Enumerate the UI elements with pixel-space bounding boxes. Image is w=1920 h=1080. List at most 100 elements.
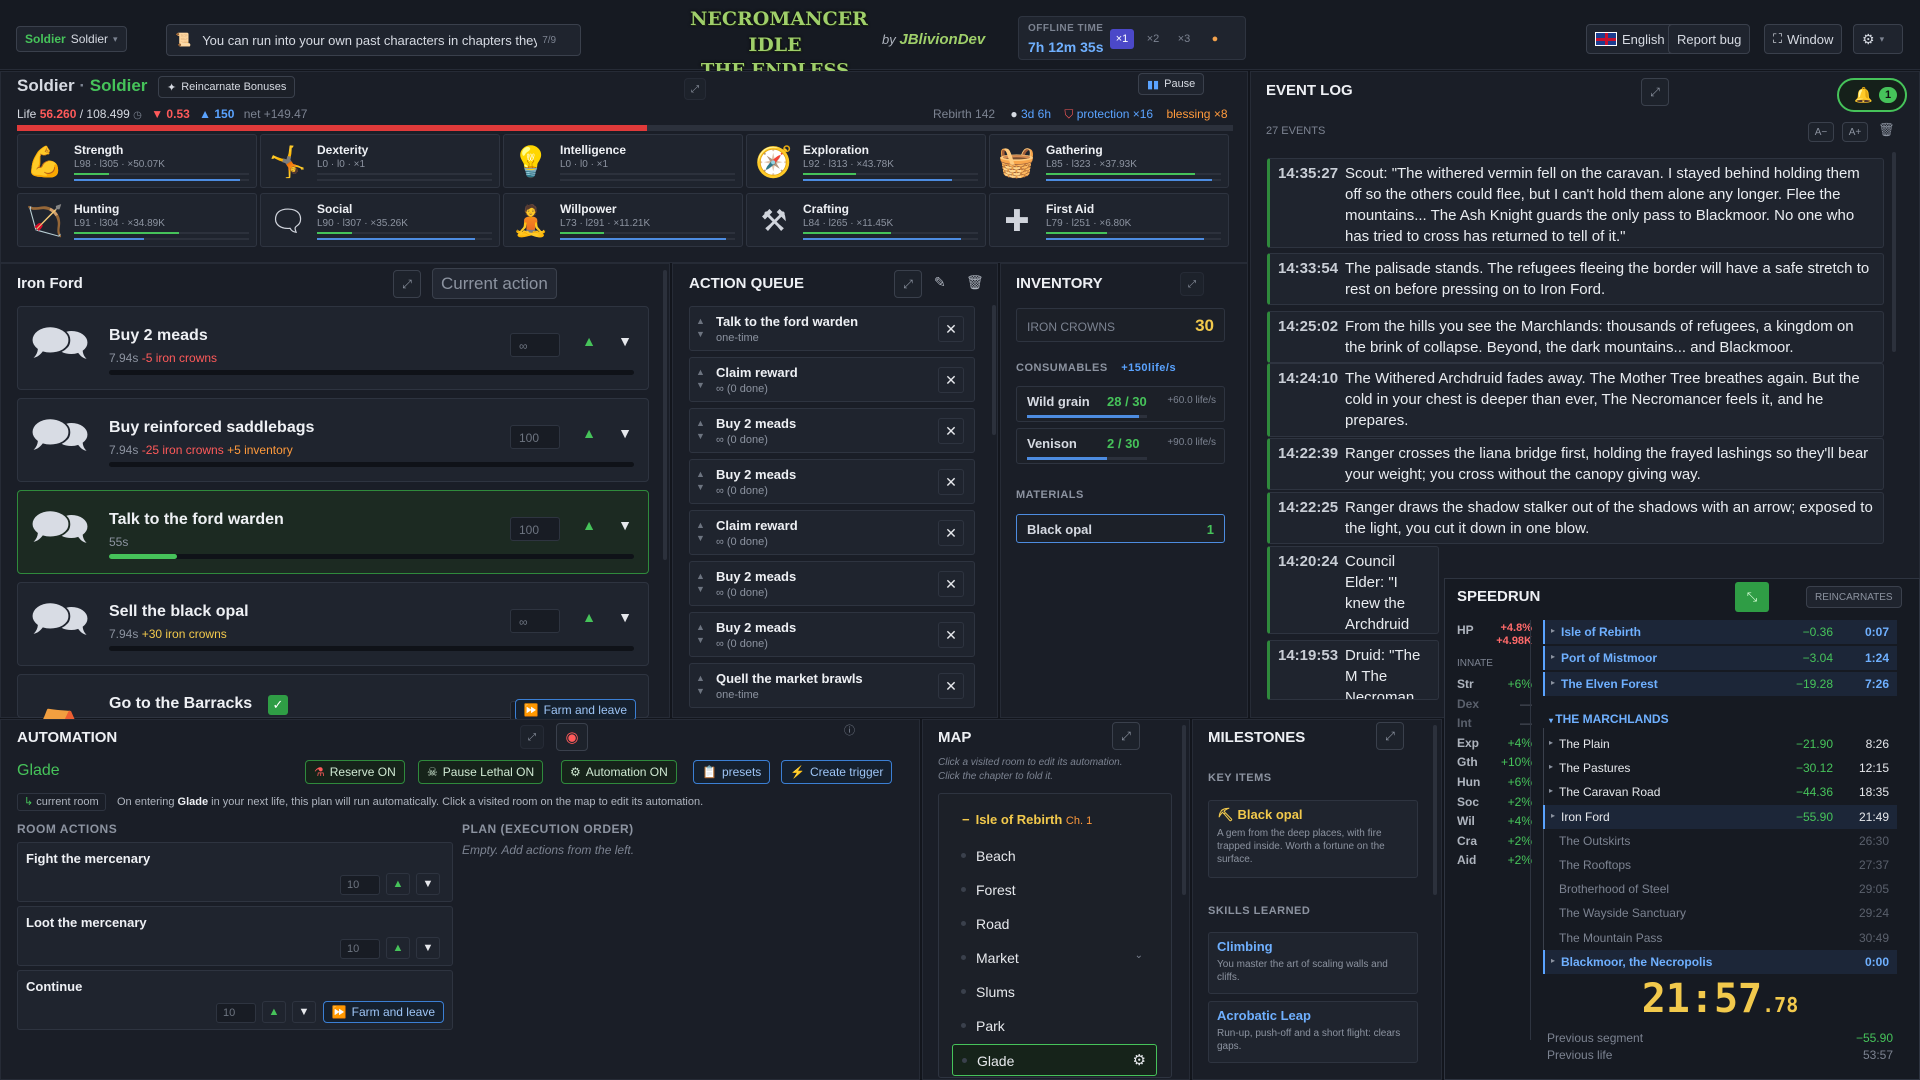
speedrun-chapter[interactable]: ▸ Port of Mistmoor −3.04 1:24 bbox=[1543, 646, 1897, 670]
action-sell-the-black-opal[interactable]: 🗪 Sell the black opal 7.94s +30 iron crown… bbox=[17, 582, 649, 666]
skill-willpower[interactable]: 🧘 Willpower L73 · l291 · ×11.21K bbox=[503, 193, 743, 247]
chapter-marchlands[interactable]: ▾ THE MARCHLANDS bbox=[1549, 712, 1669, 726]
move-down-button[interactable]: ▼ bbox=[618, 425, 632, 441]
font-decrease-button[interactable]: A− bbox=[1808, 122, 1834, 142]
info-icon[interactable]: ⓘ bbox=[844, 722, 855, 738]
chapter-isle-of-rebirth[interactable]: − Isle of Rebirth Ch. 1 bbox=[962, 812, 1092, 827]
remove-icon[interactable]: ✕ bbox=[938, 418, 964, 444]
repeat-count-input[interactable]: ∞ bbox=[510, 333, 560, 357]
author-name[interactable]: JBlivionDev bbox=[899, 31, 985, 48]
expand-icon[interactable]: ⤢ bbox=[1641, 78, 1669, 106]
map-room-park[interactable]: Park bbox=[952, 1010, 1157, 1042]
queue-item[interactable]: ▲ ▼ Buy 2 meads ∞ (0 done) ✕ bbox=[689, 561, 975, 606]
speedrun-segment[interactable]: ▸ The Pastures −30.12 12:15 bbox=[1543, 756, 1897, 780]
map-room-market[interactable]: Market ⌄ bbox=[952, 942, 1157, 974]
move-down-button[interactable]: ▼ bbox=[618, 333, 632, 349]
window-button[interactable]: ⛶ Window bbox=[1764, 24, 1843, 54]
queue-item[interactable]: ▲ ▼ Claim reward ∞ (0 done) ✕ bbox=[689, 510, 975, 555]
skill-gathering[interactable]: 🧺 Gathering L85 · l323 · ×37.93K bbox=[989, 134, 1229, 188]
expand-icon[interactable]: ⤢ bbox=[894, 270, 922, 298]
alarm-icon[interactable]: ● bbox=[1203, 29, 1227, 49]
drag-handle-icon[interactable]: ▲ ▼ bbox=[696, 468, 705, 494]
room-action-loot-the-mercenary[interactable]: Loot the mercenary 10 ▲ ▼ bbox=[17, 906, 453, 966]
speedrun-segment-blackmoor[interactable]: ▸ Blackmoor, the Necropolis 0:00 bbox=[1543, 950, 1897, 974]
move-down-button[interactable]: ▼ bbox=[416, 937, 440, 959]
move-down-button[interactable]: ▼ bbox=[292, 1001, 316, 1023]
repeat-count-input[interactable]: 10 bbox=[340, 875, 380, 895]
speed-x1-button[interactable]: ×1 bbox=[1110, 29, 1134, 49]
expand-icon[interactable]: ⤢ bbox=[1180, 272, 1204, 296]
speedrun-segment[interactable]: ▸ The Plain −21.90 8:26 bbox=[1543, 732, 1897, 756]
speedrun-segment[interactable]: The Outskirts 26:30 bbox=[1543, 829, 1897, 853]
move-down-button[interactable]: ▼ bbox=[618, 609, 632, 625]
room-action-continue[interactable]: Continue 10 ▲ ▼ ⏩ Farm and leave bbox=[17, 970, 453, 1030]
map-room-road[interactable]: Road bbox=[952, 908, 1157, 940]
skill-dexterity[interactable]: 🤸 Dexterity L0 · l0 · ×1 bbox=[260, 134, 500, 188]
remove-icon[interactable]: ✕ bbox=[938, 520, 964, 546]
skill-exploration[interactable]: 🧭 Exploration L92 · l313 · ×43.78K bbox=[746, 134, 986, 188]
reincarnate-bonuses-button[interactable]: ✦ Reincarnate Bonuses bbox=[158, 76, 296, 98]
move-up-button[interactable]: ▲ bbox=[582, 425, 596, 441]
drag-handle-icon[interactable]: ▲ ▼ bbox=[696, 519, 705, 545]
move-up-button[interactable]: ▲ bbox=[582, 609, 596, 625]
scrollbar[interactable] bbox=[1182, 725, 1186, 895]
speedrun-segment[interactable]: The Wayside Sanctuary 29:24 bbox=[1543, 901, 1897, 925]
map-room-slums[interactable]: Slums bbox=[952, 976, 1157, 1008]
action-buy-2-meads[interactable]: 🗪 Buy 2 meads 7.94s -5 iron crowns ∞ ▲ ▼ bbox=[17, 306, 649, 390]
eye-icon[interactable]: ◉ bbox=[556, 723, 588, 751]
scrollbar[interactable] bbox=[992, 305, 996, 435]
scrollbar[interactable] bbox=[663, 270, 667, 560]
queue-item[interactable]: ▲ ▼ Talk to the ford warden one-time ✕ bbox=[689, 306, 975, 351]
skill-hunting[interactable]: 🏹 Hunting L91 · l304 · ×34.89K bbox=[17, 193, 257, 247]
map-room-glade[interactable]: Glade ⚙ bbox=[952, 1044, 1157, 1076]
repeat-count-input[interactable]: 100 bbox=[510, 517, 560, 541]
skill-social[interactable]: 🗨 Social L90 · l307 · ×35.26K bbox=[260, 193, 500, 247]
speedrun-segment[interactable]: The Rooftops 27:37 bbox=[1543, 853, 1897, 877]
material-black-opal[interactable]: Black opal 1 bbox=[1016, 514, 1225, 543]
tip-ticker[interactable]: 📜 You can run into your own past charact… bbox=[166, 24, 581, 56]
speedrun-segment[interactable]: ▸ Iron Ford −55.90 21:49 bbox=[1543, 804, 1897, 829]
remove-icon[interactable]: ✕ bbox=[938, 571, 964, 597]
repeat-count-input[interactable]: 10 bbox=[340, 939, 380, 959]
skill-card-climbing[interactable]: Climbing You master the art of scaling wa… bbox=[1208, 932, 1418, 994]
font-increase-button[interactable]: A+ bbox=[1842, 122, 1868, 142]
consumable-venison[interactable]: Venison 2 / 30 +90.0 life/s bbox=[1016, 428, 1225, 464]
notifications-toggle[interactable]: 🔔 1 bbox=[1837, 78, 1907, 112]
queue-item[interactable]: ▲ ▼ Buy 2 meads ∞ (0 done) ✕ bbox=[689, 612, 975, 657]
move-up-button[interactable]: ▲ bbox=[582, 517, 596, 533]
character-selector[interactable]: Soldier Soldier ▾ bbox=[16, 26, 127, 52]
skill-intelligence[interactable]: 💡 Intelligence L0 · l0 · ×1 bbox=[503, 134, 743, 188]
repeat-count-input[interactable]: 100 bbox=[510, 425, 560, 449]
expand-icon[interactable]: ⤢ bbox=[520, 725, 544, 749]
speed-x3-button[interactable]: ×3 bbox=[1172, 29, 1196, 49]
remove-icon[interactable]: ✕ bbox=[938, 316, 964, 342]
expand-icon[interactable]: ⤢ bbox=[684, 78, 706, 100]
room-action-fight-the-mercenary[interactable]: Fight the mercenary 10 ▲ ▼ bbox=[17, 842, 453, 902]
settings-button[interactable]: ⚙ ▾ bbox=[1853, 24, 1903, 54]
repeat-count-input[interactable]: 10 bbox=[216, 1003, 256, 1023]
drag-handle-icon[interactable]: ▲ ▼ bbox=[696, 417, 705, 443]
queue-item[interactable]: ▲ ▼ Claim reward ∞ (0 done) ✕ bbox=[689, 357, 975, 402]
action-talk-to-the-ford-warden[interactable]: 🗪 Talk to the ford warden 55s 100 ▲ ▼ bbox=[17, 490, 649, 574]
queue-item[interactable]: ▲ ▼ Quell the market brawls one-time ✕ bbox=[689, 663, 975, 708]
pause-lethal-toggle[interactable]: ☠ Pause Lethal ON bbox=[418, 760, 544, 784]
move-up-button[interactable]: ▲ bbox=[386, 873, 410, 895]
remove-icon[interactable]: ✕ bbox=[938, 469, 964, 495]
remove-icon[interactable]: ✕ bbox=[938, 673, 964, 699]
reserve-toggle[interactable]: ⚗ Reserve ON bbox=[305, 760, 405, 784]
move-down-button[interactable]: ▼ bbox=[416, 873, 440, 895]
farm-and-leave-button[interactable]: ⏩ Farm and leave bbox=[514, 699, 636, 721]
repeat-count-input[interactable]: ∞ bbox=[510, 609, 560, 633]
move-up-button[interactable]: ▲ bbox=[262, 1001, 286, 1023]
remove-icon[interactable]: ✕ bbox=[938, 622, 964, 648]
speedrun-segment[interactable]: Brotherhood of Steel 29:05 bbox=[1543, 877, 1897, 901]
edit-icon[interactable]: ✎ bbox=[934, 274, 946, 291]
speedrun-segment[interactable]: ▸ The Caravan Road −44.36 18:35 bbox=[1543, 780, 1897, 804]
speedrun-chapter[interactable]: ▸ The Elven Forest −19.28 7:26 bbox=[1543, 672, 1897, 696]
speedrun-segment[interactable]: The Mountain Pass 30:49 bbox=[1543, 926, 1897, 950]
drag-handle-icon[interactable]: ▲ ▼ bbox=[696, 315, 705, 341]
key-item-card[interactable]: ⛏ Black opal A gem from the deep places, … bbox=[1208, 800, 1418, 878]
remove-icon[interactable]: ✕ bbox=[938, 367, 964, 393]
scrollbar[interactable] bbox=[1433, 725, 1437, 895]
scrollbar[interactable] bbox=[1892, 152, 1896, 352]
